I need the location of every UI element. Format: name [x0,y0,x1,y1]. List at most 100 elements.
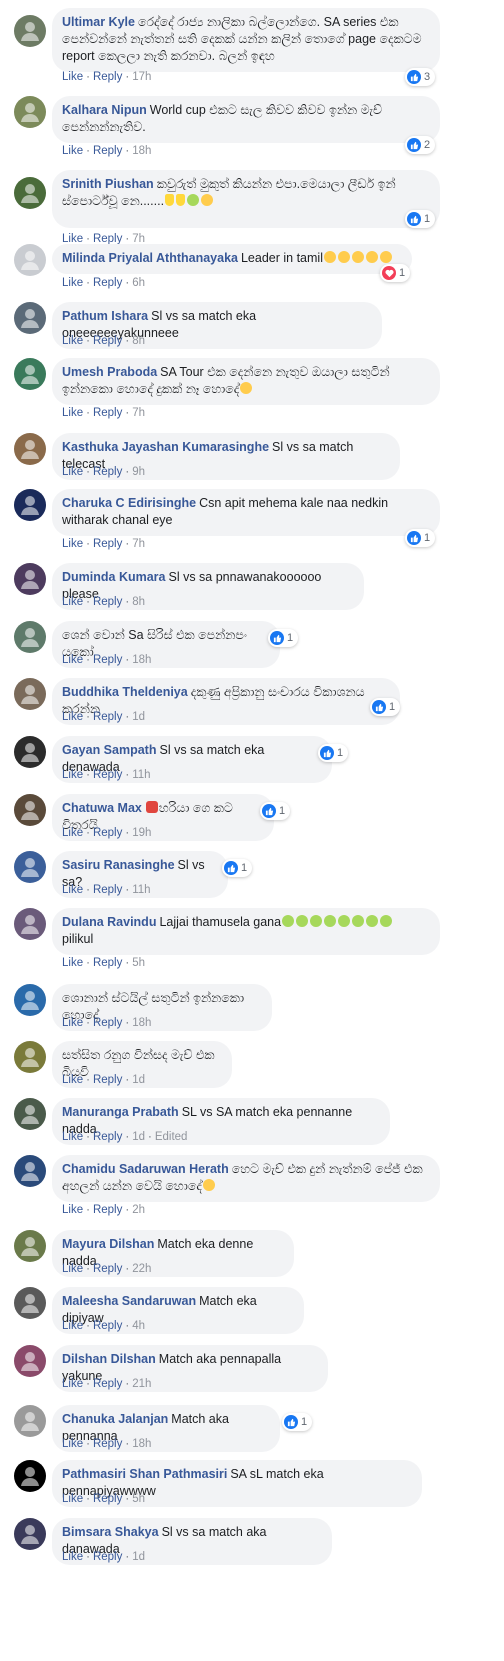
avatar[interactable] [14,1460,46,1492]
reaction-count[interactable]: 2 [405,136,436,154]
like-link[interactable]: Like [62,145,83,157]
avatar[interactable] [14,1345,46,1377]
avatar[interactable] [14,1287,46,1319]
reply-link[interactable]: Reply [93,71,122,83]
reply-link[interactable]: Reply [93,1493,122,1505]
commenter-name[interactable]: Umesh Praboda [62,365,157,379]
avatar[interactable] [14,1041,46,1073]
avatar[interactable] [14,621,46,653]
reaction-count[interactable]: 1 [268,629,299,647]
comment-timestamp[interactable]: 8h [132,335,145,347]
comment-timestamp[interactable]: 18h [132,145,151,157]
commenter-name[interactable]: Dilshan Dilshan [62,1352,156,1366]
like-link[interactable]: Like [62,1438,83,1450]
commenter-name[interactable]: Manuranga Prabath [62,1105,179,1119]
commenter-name[interactable]: Pathum Ishara [62,309,148,323]
comment-timestamp[interactable]: 6h [132,277,145,289]
avatar[interactable] [14,433,46,465]
commenter-name[interactable]: Sasiru Ranasinghe [62,858,175,872]
reaction-count[interactable]: 1 [405,529,436,547]
like-link[interactable]: Like [62,335,83,347]
like-link[interactable]: Like [62,1263,83,1275]
commenter-name[interactable]: Kalhara Nipun [62,103,147,117]
avatar[interactable] [14,851,46,883]
reply-link[interactable]: Reply [93,277,122,289]
like-link[interactable]: Like [62,1204,83,1216]
comment-timestamp[interactable]: 9h [132,466,145,478]
like-link[interactable]: Like [62,466,83,478]
reply-link[interactable]: Reply [93,1320,122,1332]
avatar[interactable] [14,1405,46,1437]
reply-link[interactable]: Reply [93,1438,122,1450]
like-link[interactable]: Like [62,769,83,781]
reply-link[interactable]: Reply [93,769,122,781]
avatar[interactable] [14,1098,46,1130]
reply-link[interactable]: Reply [93,1204,122,1216]
reply-link[interactable]: Reply [93,596,122,608]
comment-timestamp[interactable]: 1d [132,711,145,723]
commenter-name[interactable]: Mayura Dilshan [62,1237,154,1251]
avatar[interactable] [14,15,46,47]
reaction-count[interactable]: 1 [380,264,411,282]
commenter-name[interactable]: Ultimar Kyle [62,15,135,29]
commenter-name[interactable]: Srinith Piushan [62,177,154,191]
commenter-name[interactable]: Maleesha Sandaruwan [62,1294,196,1308]
avatar[interactable] [14,96,46,128]
like-link[interactable]: Like [62,1551,83,1563]
commenter-name[interactable]: Bimsara Shakya [62,1525,159,1539]
comment-timestamp[interactable]: 17h [132,71,151,83]
commenter-name[interactable]: Kasthuka Jayashan Kumarasinghe [62,440,269,454]
like-link[interactable]: Like [62,277,83,289]
like-link[interactable]: Like [62,1378,83,1390]
like-link[interactable]: Like [62,884,83,896]
comment-timestamp[interactable]: 4h [132,1320,145,1332]
reaction-count[interactable]: 1 [260,802,291,820]
commenter-name[interactable]: Gayan Sampath [62,743,156,757]
reply-link[interactable]: Reply [93,884,122,896]
commenter-name[interactable]: Pathmasiri Shan Pathmasiri [62,1467,227,1481]
avatar[interactable] [14,1155,46,1187]
like-link[interactable]: Like [62,538,83,550]
comment-timestamp[interactable]: 2h [132,1204,145,1216]
reply-link[interactable]: Reply [93,1017,122,1029]
comment-timestamp[interactable]: 5h [132,957,145,969]
avatar[interactable] [14,563,46,595]
like-link[interactable]: Like [62,1320,83,1332]
avatar[interactable] [14,177,46,209]
comment-timestamp[interactable]: 7h [132,538,145,550]
avatar[interactable] [14,302,46,334]
comment-timestamp[interactable]: 1d [132,1131,145,1143]
comment-timestamp[interactable]: 8h [132,596,145,608]
commenter-name[interactable]: Chatuwa Max [62,801,142,815]
comment-timestamp[interactable]: 11h [132,769,150,781]
like-link[interactable]: Like [62,1493,83,1505]
reply-link[interactable]: Reply [93,1551,122,1563]
commenter-name[interactable]: Milinda Priyalal Aththanayaka [62,251,238,265]
like-link[interactable]: Like [62,711,83,723]
commenter-name[interactable]: Chamidu Sadaruwan Herath [62,1162,229,1176]
commenter-name[interactable]: Dulana Ravindu [62,915,156,929]
avatar[interactable] [14,1518,46,1550]
avatar[interactable] [14,984,46,1016]
comment-timestamp[interactable]: 11h [132,884,150,896]
commenter-name[interactable]: Charuka C Edirisinghe [62,496,196,510]
reaction-count[interactable]: 1 [405,210,436,228]
reply-link[interactable]: Reply [93,335,122,347]
like-link[interactable]: Like [62,407,83,419]
like-link[interactable]: Like [62,654,83,666]
reply-link[interactable]: Reply [93,466,122,478]
reaction-count[interactable]: 1 [318,744,349,762]
reply-link[interactable]: Reply [93,711,122,723]
commenter-name[interactable]: Duminda Kumara [62,570,166,584]
avatar[interactable] [14,1230,46,1262]
reply-link[interactable]: Reply [93,1378,122,1390]
like-link[interactable]: Like [62,1131,83,1143]
avatar[interactable] [14,358,46,390]
comment-timestamp[interactable]: 1d [132,1551,145,1563]
avatar[interactable] [14,908,46,940]
reply-link[interactable]: Reply [93,1263,122,1275]
reaction-count[interactable]: 1 [370,698,401,716]
comment-timestamp[interactable]: 18h [132,654,151,666]
comment-timestamp[interactable]: 1d [132,1074,145,1086]
reaction-count[interactable]: 3 [405,68,436,86]
